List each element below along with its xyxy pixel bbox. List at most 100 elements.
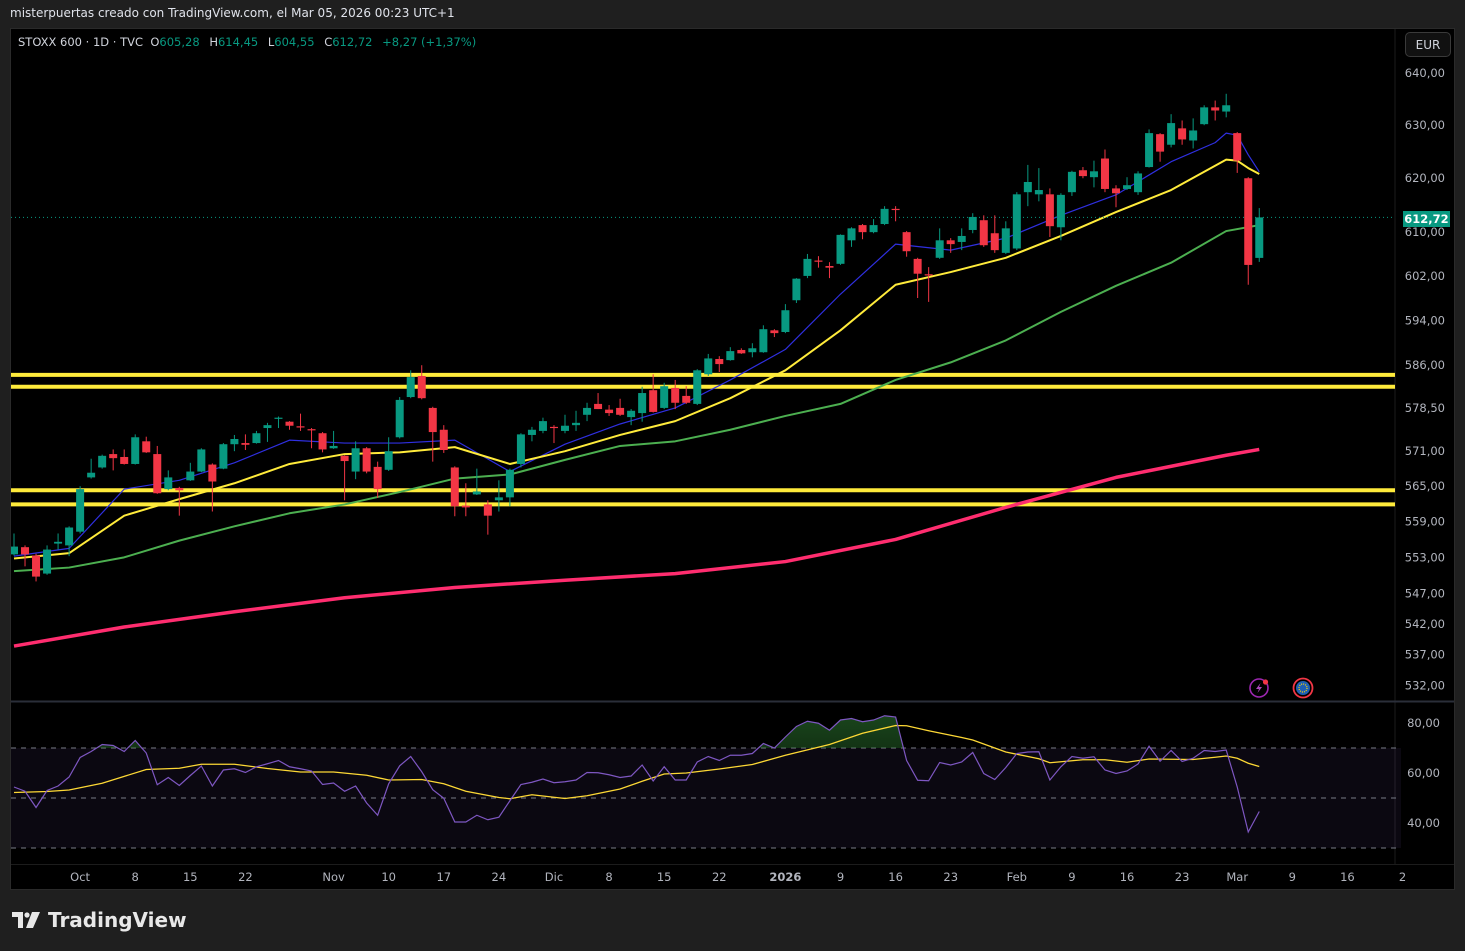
price-tick-label: 578,50 xyxy=(1405,401,1445,415)
time-tick-label: Feb xyxy=(1007,870,1027,884)
symbol-legend[interactable]: STOXX 600 · 1D · TVC O605,28 H614,45 L60… xyxy=(18,35,482,49)
candle-body xyxy=(197,449,206,472)
time-tick-label: 9 xyxy=(1068,870,1075,884)
open-value: 605,28 xyxy=(159,35,200,49)
price-tick-label: 602,00 xyxy=(1405,269,1445,283)
candle-body xyxy=(76,489,85,532)
candle-body xyxy=(1023,181,1032,193)
candle-body xyxy=(715,358,724,365)
candle xyxy=(748,343,757,358)
candle xyxy=(11,533,18,556)
candle xyxy=(1100,149,1109,193)
candle-body xyxy=(1233,133,1242,161)
candle-body xyxy=(770,330,779,334)
candle xyxy=(439,425,448,453)
candle-body xyxy=(935,240,944,258)
ma_mid-line xyxy=(13,158,1260,560)
price-pane[interactable] xyxy=(10,93,1395,648)
candle-body xyxy=(583,407,592,415)
candle-body xyxy=(153,454,162,494)
candle xyxy=(219,443,228,470)
candle-body xyxy=(869,225,878,233)
candle-body xyxy=(1189,130,1198,141)
candle xyxy=(527,426,536,442)
candle xyxy=(197,448,206,473)
candle-body xyxy=(968,216,977,230)
candle-body xyxy=(406,377,415,398)
currency-button[interactable]: EUR xyxy=(1405,32,1451,57)
candle-body xyxy=(527,429,536,435)
candle xyxy=(902,231,911,257)
symbol-name[interactable]: STOXX 600 · 1D · TVC xyxy=(18,35,143,49)
rsi-pane[interactable] xyxy=(11,715,1401,849)
time-tick-label: 2 xyxy=(1399,870,1406,884)
time-tick-label: 17 xyxy=(436,870,451,884)
price-tick-label: 559,00 xyxy=(1405,515,1445,529)
candle xyxy=(142,436,151,453)
candle-body xyxy=(1056,194,1065,228)
time-tick-label: 22 xyxy=(712,870,727,884)
candle-body xyxy=(351,448,360,472)
candle-body xyxy=(671,387,680,403)
candle xyxy=(946,238,955,253)
candle-body xyxy=(913,258,922,274)
candle xyxy=(1200,105,1209,126)
candle xyxy=(384,437,393,471)
close-value: 612,72 xyxy=(332,35,373,49)
candle-body xyxy=(318,433,327,450)
price-axis[interactable]: 640,00 630,00 620,00 610,00 602,00 594,00 586,… xyxy=(1405,66,1445,693)
candle xyxy=(1178,120,1187,145)
candle xyxy=(704,353,713,376)
price-tick-label: 586,00 xyxy=(1405,358,1445,372)
candle-body xyxy=(186,471,195,481)
candle-body xyxy=(704,358,713,375)
candle-body xyxy=(296,426,305,428)
moving-averages xyxy=(13,132,1260,648)
price-tick-label: 565,00 xyxy=(1405,479,1445,493)
candle-body xyxy=(726,351,735,361)
eu-flag-icon[interactable] xyxy=(1292,677,1314,699)
tradingview-logo[interactable]: TradingView xyxy=(12,908,187,932)
candle xyxy=(1145,129,1154,168)
candle-body xyxy=(880,208,889,225)
candle-body xyxy=(252,433,261,444)
candle xyxy=(417,365,426,400)
candle xyxy=(340,455,349,501)
candle-body xyxy=(638,393,647,414)
candle-body xyxy=(175,487,184,491)
tradingview-logo-text: TradingView xyxy=(48,908,187,932)
candle-body xyxy=(483,504,492,516)
candle-body xyxy=(616,407,625,415)
chart-canvas[interactable]: 640,00 630,00 620,00 610,00 602,00 594,00 586,… xyxy=(0,0,1465,951)
candle xyxy=(351,441,360,480)
candle-body xyxy=(748,348,757,353)
lightning-alert-icon[interactable] xyxy=(1249,678,1269,698)
rsi-axis[interactable]: 80,00 60,00 40,00 xyxy=(1407,716,1440,830)
candle xyxy=(869,219,878,234)
candle-body xyxy=(450,467,459,507)
price-tick-label: 547,00 xyxy=(1405,587,1445,601)
high-label: H xyxy=(209,35,218,49)
candle xyxy=(120,449,129,465)
candle-body xyxy=(1067,171,1076,193)
candle-body xyxy=(395,399,404,438)
candle xyxy=(715,356,724,373)
candle-body xyxy=(1145,133,1154,168)
candle-body xyxy=(737,349,746,354)
candle xyxy=(252,430,261,444)
candle-body xyxy=(803,258,812,276)
price-tick-label: 532,00 xyxy=(1405,679,1445,693)
candle-body xyxy=(1012,194,1021,249)
candle xyxy=(263,422,272,442)
candle-body xyxy=(505,469,514,498)
candle xyxy=(1012,192,1021,251)
candle xyxy=(726,347,735,361)
candle-body xyxy=(164,477,173,490)
candle xyxy=(505,468,514,507)
candle-body xyxy=(263,425,272,429)
time-axis[interactable]: Oct 8 15 22 Nov 10 17 24 Dic 8 15 22 2026 9 16 23 Feb 9 16… xyxy=(70,870,1406,884)
candle-body xyxy=(1045,194,1054,227)
candle xyxy=(373,461,382,498)
candle xyxy=(395,397,404,439)
candle xyxy=(186,462,195,481)
